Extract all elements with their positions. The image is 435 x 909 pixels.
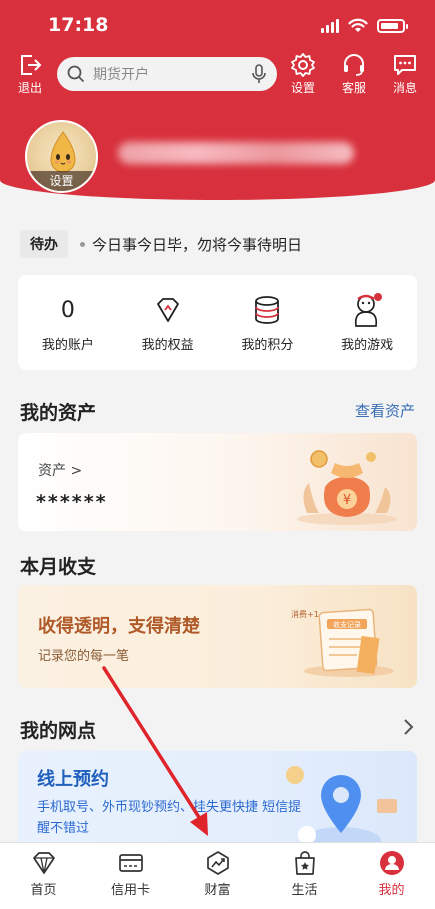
- avatar[interactable]: 设置: [25, 120, 98, 193]
- search-input[interactable]: 期货开户: [57, 57, 277, 91]
- shopping-bag-icon: [294, 851, 315, 875]
- chevron-right-icon[interactable]: [403, 718, 415, 736]
- diamond-icon: [32, 852, 55, 874]
- todo-text: 今日事今日毕，勿将今事待明日: [92, 235, 303, 254]
- todo-tag: 待办: [20, 230, 68, 258]
- headset-icon: [344, 54, 364, 76]
- calendar-label: 收支记录: [333, 620, 361, 629]
- tab-mine[interactable]: 我的: [348, 843, 435, 909]
- money-bag-illustration: ¥: [297, 450, 397, 525]
- tab-label: 生活: [291, 883, 318, 898]
- tab-home[interactable]: 首页: [0, 843, 87, 909]
- tab-credit-card[interactable]: 信用卡: [87, 843, 174, 909]
- online-booking-card[interactable]: 线上预约 手机取号、外币现钞预约、挂失更快捷 短信提醒不错过: [18, 751, 417, 851]
- income-card-subtitle: 记录您的每一笔: [38, 649, 130, 664]
- search-placeholder: 期货开户: [93, 67, 149, 83]
- quick-entry-card: 0 我的账户 我的权益 我的积分 我的游戏: [18, 275, 417, 370]
- quick-item-label: 我的积分: [241, 338, 294, 353]
- todo-notice[interactable]: 待办 今日事今日毕，勿将今事待明日: [20, 230, 302, 258]
- header-banner: 17:18 退出 期货开户 设置 客服 消息 设置: [0, 0, 435, 200]
- tab-label: 首页: [30, 883, 57, 898]
- logout-label: 退出: [17, 81, 42, 95]
- customer-service-button[interactable]: 客服: [332, 52, 376, 96]
- messages-label: 消息: [392, 81, 417, 95]
- settings-label: 设置: [290, 81, 315, 95]
- income-card[interactable]: 收得透明，支得清楚 记录您的每一笔 收支记录 消费+1: [18, 585, 417, 688]
- asset-label: 资产 >: [38, 463, 83, 479]
- status-bar: 17:18: [0, 12, 435, 40]
- settings-button[interactable]: 设置: [281, 52, 325, 96]
- account-count: 0: [60, 297, 75, 323]
- branch-section-title: 我的网点: [20, 720, 97, 742]
- microphone-icon[interactable]: [251, 64, 267, 84]
- view-assets-link[interactable]: 查看资产: [355, 400, 415, 421]
- quick-item-games[interactable]: 我的游戏: [317, 275, 417, 370]
- tab-life[interactable]: 生活: [261, 843, 348, 909]
- status-time: 17:18: [48, 14, 109, 36]
- blurred-user-name: [118, 142, 354, 164]
- quick-item-label: 我的游戏: [341, 338, 394, 353]
- bottom-tab-bar: 首页 信用卡 财富 生活 我的: [0, 842, 435, 909]
- signal-icon: [321, 18, 339, 33]
- gear-icon: [291, 53, 315, 77]
- diamond-icon: [156, 298, 179, 322]
- calendar-illustration: 收支记录 消费+1: [291, 608, 394, 677]
- quick-item-label: 我的权益: [141, 338, 194, 353]
- asset-value-masked: ******: [36, 491, 108, 513]
- service-label: 客服: [341, 81, 366, 95]
- quick-item-account[interactable]: 0 我的账户: [18, 275, 118, 370]
- credit-card-icon: [118, 854, 143, 872]
- income-section-title: 本月收支: [20, 556, 97, 578]
- battery-icon: [377, 18, 408, 33]
- search-icon: [67, 65, 85, 83]
- tab-label: 信用卡: [110, 883, 150, 898]
- location-pin-illustration: [286, 766, 397, 851]
- snowman-icon: [354, 293, 383, 327]
- income-card-title: 收得透明，支得清楚: [38, 616, 200, 637]
- quick-item-points[interactable]: 我的积分: [218, 275, 318, 370]
- wifi-icon: [348, 18, 368, 32]
- branch-card-subtitle: 手机取号、外币现钞预约、挂失更快捷 短信提醒不错过: [37, 800, 302, 836]
- user-icon: [379, 851, 404, 875]
- consumption-bubble: 消费+1: [291, 609, 319, 619]
- messages-button[interactable]: 消息: [383, 52, 427, 96]
- database-icon: [255, 296, 280, 324]
- quick-item-rights[interactable]: 我的权益: [118, 275, 218, 370]
- coin-yuan-symbol: ¥: [343, 493, 351, 508]
- battery-level: [381, 22, 398, 29]
- branch-card-title: 线上预约: [37, 769, 109, 790]
- bullet-dot: [80, 241, 85, 247]
- logout-button[interactable]: 退出: [8, 52, 52, 96]
- status-icons: [321, 18, 408, 33]
- tab-label: 财富: [204, 883, 231, 898]
- message-icon: [394, 55, 416, 75]
- assets-section-title: 我的资产: [20, 402, 97, 424]
- avatar-settings-tag: 设置: [27, 171, 96, 191]
- tab-label: 我的: [378, 883, 405, 898]
- asset-card[interactable]: 资产 > ****** ¥: [18, 433, 417, 531]
- tab-wealth[interactable]: 财富: [174, 843, 261, 909]
- quick-item-label: 我的账户: [41, 338, 94, 353]
- trend-icon: [206, 851, 229, 875]
- logout-icon: [21, 55, 42, 75]
